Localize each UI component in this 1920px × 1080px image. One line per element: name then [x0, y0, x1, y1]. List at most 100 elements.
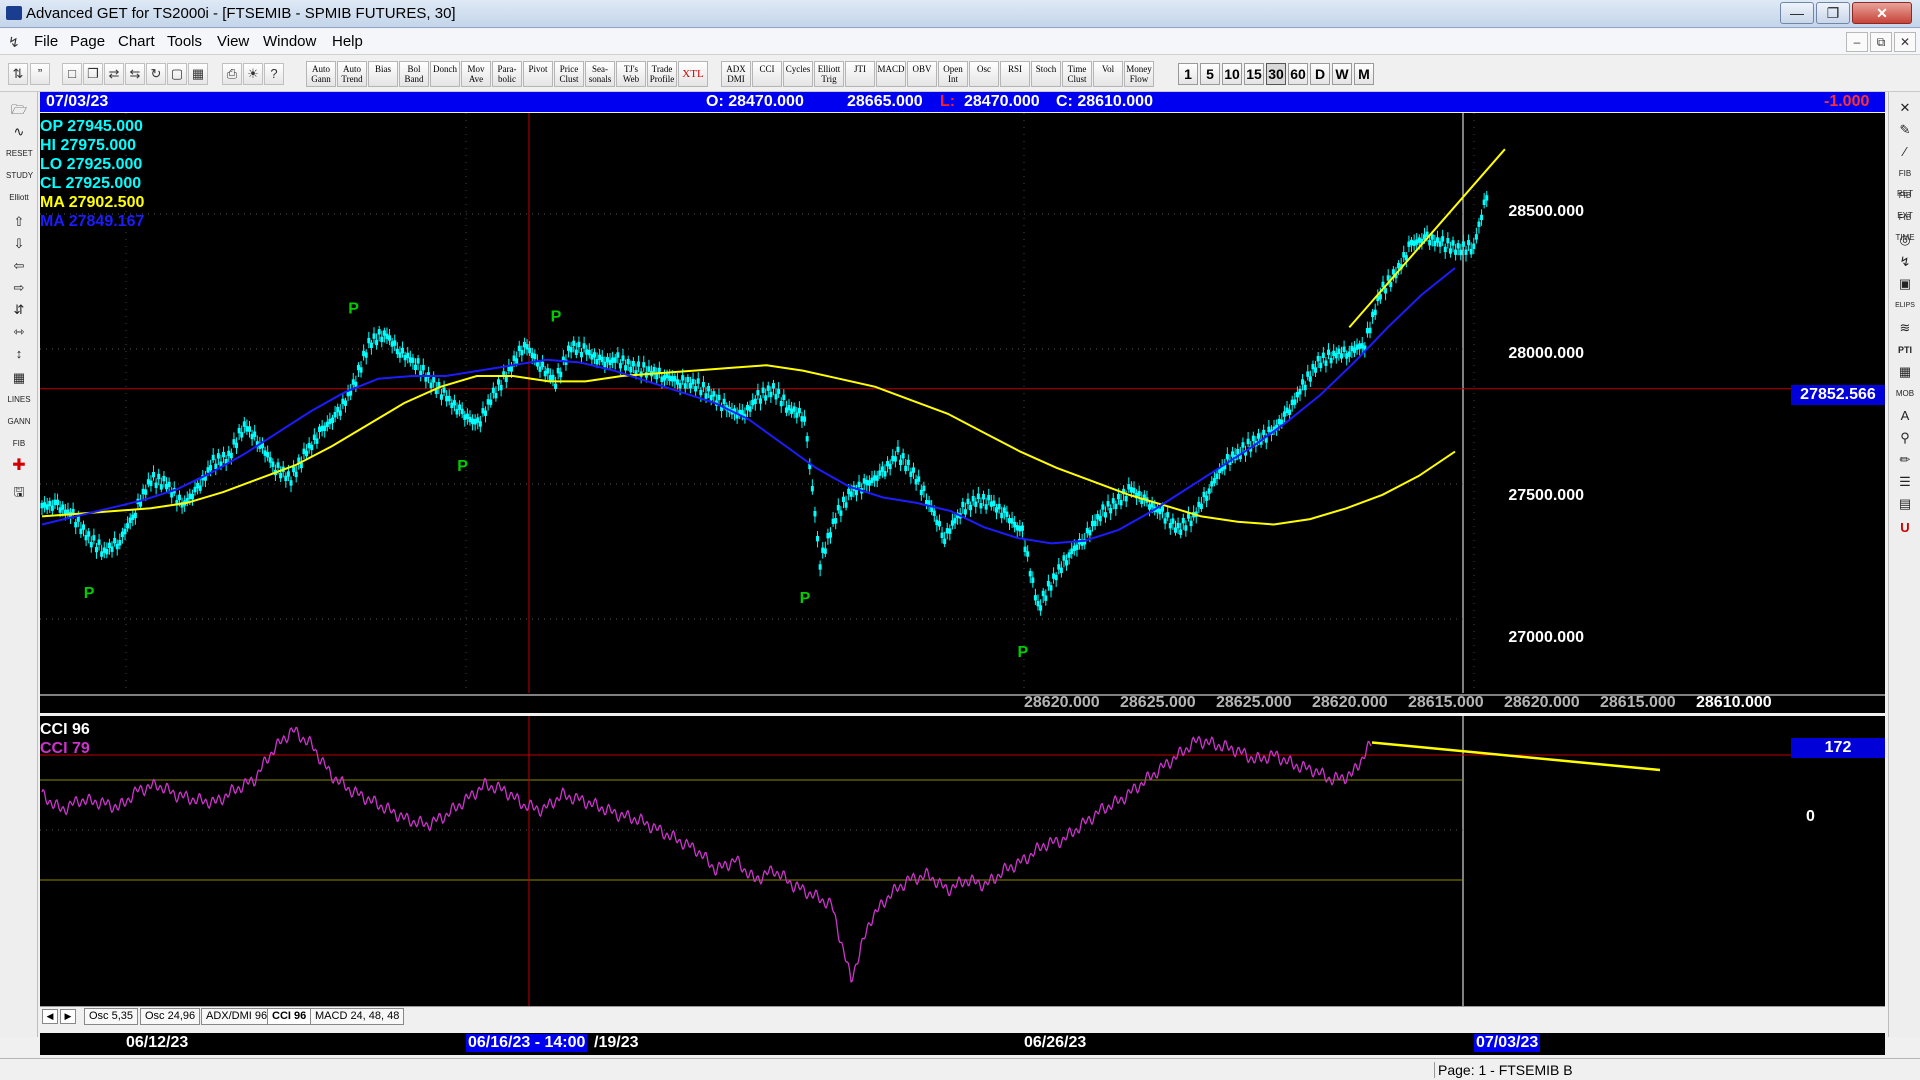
pti-button[interactable]: PTI	[1893, 340, 1917, 360]
brush-icon[interactable]: ✏	[1893, 450, 1917, 470]
elips-button[interactable]: ELIPS	[1893, 296, 1917, 316]
target-icon[interactable]: ◎	[1893, 230, 1917, 250]
lines-button[interactable]: LINES	[6, 390, 32, 410]
arrow-up-icon[interactable]: ⇧	[6, 212, 32, 232]
timeframe-d[interactable]: D	[1310, 63, 1330, 85]
quote-icon[interactable]: ”	[30, 63, 50, 85]
study-button-mov-ave[interactable]: Mov Ave	[461, 61, 491, 87]
refresh-icon[interactable]: ↻	[146, 63, 166, 85]
timeframe-1[interactable]: 1	[1178, 63, 1198, 85]
mob-button[interactable]: MOB	[1893, 384, 1917, 404]
arrows-left-icon[interactable]: ⇄	[104, 63, 124, 85]
study-button-vol[interactable]: Vol	[1093, 61, 1123, 87]
pencil-icon[interactable]: ✎	[1893, 120, 1917, 140]
study-button-pivot[interactable]: Pivot	[523, 61, 553, 87]
compress-icon[interactable]: ⇵	[6, 300, 32, 320]
study-button-xtl[interactable]: XTL	[678, 61, 708, 87]
box-icon[interactable]: ▣	[1893, 274, 1917, 294]
tab-cci-96[interactable]: CCI 96	[267, 1008, 312, 1025]
text-tool-icon[interactable]: A	[1893, 406, 1917, 426]
study-button-rsi[interactable]: RSI	[1000, 61, 1030, 87]
fan-icon[interactable]: ↯	[1893, 252, 1917, 272]
study-button-macd[interactable]: MACD	[876, 61, 906, 87]
tab-osc-5-35[interactable]: Osc 5,35	[84, 1008, 139, 1025]
timeframe-15[interactable]: 15	[1244, 63, 1264, 85]
folder-icon[interactable]: 🗁	[6, 100, 32, 120]
study-button-stoch[interactable]: Stoch	[1031, 61, 1061, 87]
close-x-icon[interactable]: ✕	[1893, 98, 1917, 118]
menu-window[interactable]: Window	[263, 33, 316, 50]
channel-icon[interactable]: ≋	[1893, 318, 1917, 338]
menu-view[interactable]: View	[217, 33, 249, 50]
print-icon[interactable]: ⎙	[222, 63, 242, 85]
magnet-icon[interactable]: U	[1893, 518, 1917, 538]
study-button-trade-profile[interactable]: Trade Profile	[647, 61, 677, 87]
document-icon[interactable]: ↯	[8, 34, 22, 50]
study-button-osc[interactable]: Osc	[969, 61, 999, 87]
study-button-cci[interactable]: CCI	[752, 61, 782, 87]
new-page-icon[interactable]: □	[62, 63, 82, 85]
tab-macd[interactable]: MACD 24, 48, 48	[310, 1008, 405, 1025]
wave-icon[interactable]: ∿	[6, 122, 32, 142]
menu-page[interactable]: Page	[70, 33, 105, 50]
timeframe-60[interactable]: 60	[1288, 63, 1308, 85]
study-button-para-bolic[interactable]: Para-bolic	[492, 61, 522, 87]
fib-ret-button[interactable]: FIB RET	[1893, 164, 1917, 198]
price-chart[interactable]: P P P P P P	[40, 113, 1885, 713]
help-icon[interactable]: ?	[264, 63, 284, 85]
gann-button[interactable]: GANN	[6, 412, 32, 432]
fib-time-button[interactable]: FIB TIME	[1893, 208, 1917, 242]
mdi-restore-button[interactable]: ⧉	[1870, 32, 1892, 52]
study-button-tj-s-web[interactable]: TJ's Web	[616, 61, 646, 87]
arrow-left-icon[interactable]: ⇦	[6, 256, 32, 276]
timeframe-5[interactable]: 5	[1200, 63, 1220, 85]
study-button-bol-band[interactable]: Bol Band	[399, 61, 429, 87]
study-button-time-clust[interactable]: Time Clust	[1062, 61, 1092, 87]
grid-off-icon[interactable]: ▢	[167, 63, 187, 85]
grid-tool-icon[interactable]: ▦	[1893, 362, 1917, 382]
save-icon[interactable]: 🖫	[6, 482, 32, 502]
trendline-icon[interactable]: ∕	[1893, 142, 1917, 162]
study-button-open-int[interactable]: Open Int	[938, 61, 968, 87]
study-button-auto-trend[interactable]: Auto Trend	[337, 61, 367, 87]
mdi-minimize-button[interactable]: –	[1846, 32, 1868, 52]
elliott-button[interactable]: Elliott	[6, 188, 32, 208]
close-button[interactable]: ✕	[1852, 2, 1912, 24]
minimize-button[interactable]: —	[1780, 2, 1814, 24]
timeframe-m[interactable]: M	[1354, 63, 1374, 85]
bulb-icon[interactable]: ☀	[243, 63, 263, 85]
menu-chart[interactable]: Chart	[118, 33, 155, 50]
cci-chart[interactable]	[40, 716, 1885, 1006]
list-icon[interactable]: ☰	[1893, 472, 1917, 492]
timeframe-10[interactable]: 10	[1222, 63, 1242, 85]
crosshair-icon[interactable]: ✚	[6, 456, 32, 476]
maximize-button[interactable]: ❐	[1816, 2, 1850, 24]
grid-icon[interactable]: ▦	[188, 63, 208, 85]
fib-button[interactable]: FIB	[6, 434, 32, 454]
cci-pane[interactable]: CCI 96 CCI 79 172 0	[40, 716, 1885, 1006]
tab-prev-button[interactable]: ◀	[42, 1009, 58, 1024]
study-button-sea-sonals[interactable]: Sea-sonals	[585, 61, 615, 87]
tab-next-button[interactable]: ▶	[60, 1009, 76, 1024]
menu-help[interactable]: Help	[332, 33, 363, 50]
magnifier-icon[interactable]: ⚲	[1893, 428, 1917, 448]
arrow-right-icon[interactable]: ⇨	[6, 278, 32, 298]
timeframe-30[interactable]: 30	[1266, 63, 1286, 85]
study-button-money-flow[interactable]: Money Flow	[1124, 61, 1154, 87]
expand-icon[interactable]: ⇿	[6, 322, 32, 342]
study-button-adx-dmi[interactable]: ADX DMI	[721, 61, 751, 87]
zoom-icon[interactable]: ↕	[6, 344, 32, 364]
study-button-elliott-trig[interactable]: Elliott Trig	[814, 61, 844, 87]
table-icon[interactable]: ▦	[6, 368, 32, 388]
arrows-right-icon[interactable]: ⇆	[125, 63, 145, 85]
menu-tools[interactable]: Tools	[167, 33, 202, 50]
study-button-donch[interactable]: Donch	[430, 61, 460, 87]
arrow-down-icon[interactable]: ⇩	[6, 234, 32, 254]
study-button-cycles[interactable]: Cycles	[783, 61, 813, 87]
tab-adx-dmi-96[interactable]: ADX/DMI 96	[201, 1008, 273, 1025]
tab-osc-24-96[interactable]: Osc 24,96	[140, 1008, 201, 1025]
notes-icon[interactable]: ▤	[1893, 494, 1917, 514]
menu-file[interactable]: File	[34, 33, 58, 50]
study-button[interactable]: STUDY	[6, 166, 33, 186]
study-button-auto-gann[interactable]: Auto Gann	[306, 61, 336, 87]
